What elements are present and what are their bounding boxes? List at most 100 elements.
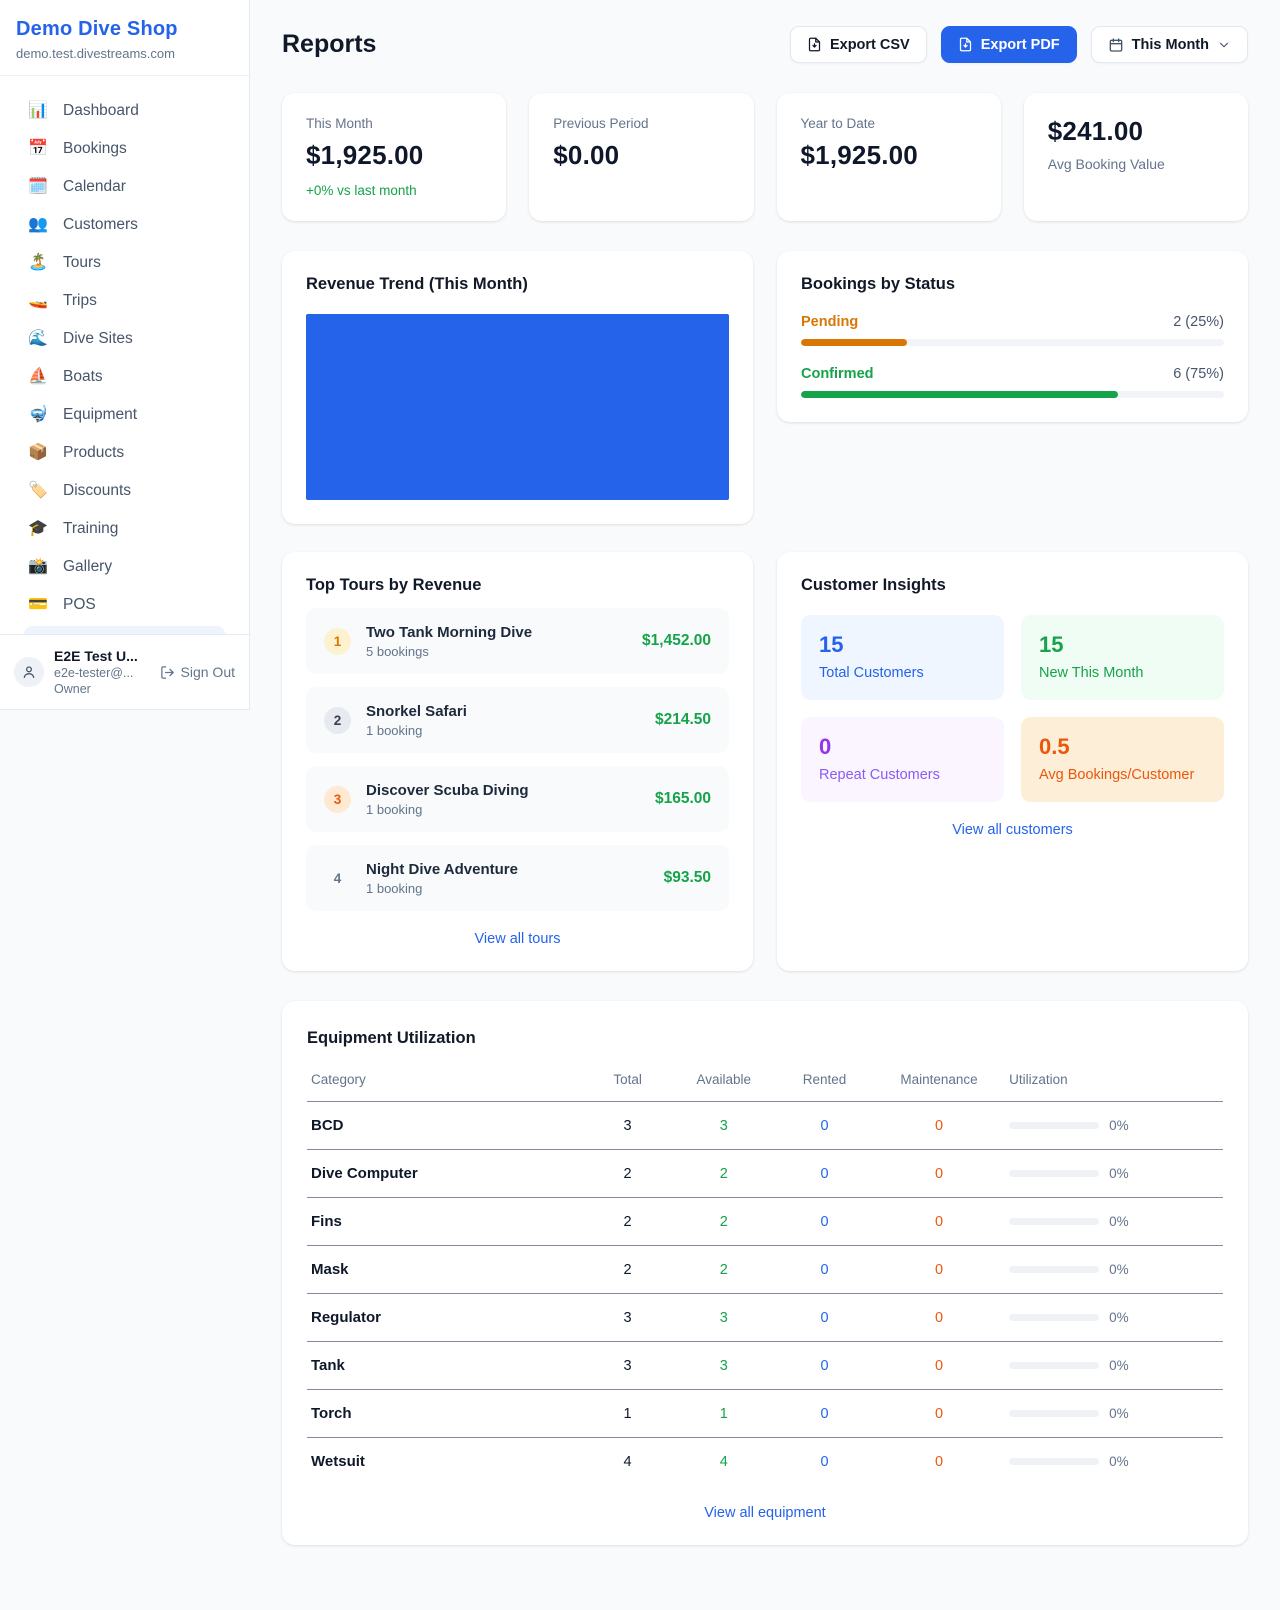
cell-available: 1 [673,1390,774,1438]
sidebar-item-equipment[interactable]: 🤿 Equipment [12,396,237,434]
table-row: Regulator 3 3 0 0 0% [307,1294,1223,1342]
charts-row: Revenue Trend (This Month) Bookings by S… [282,251,1248,524]
cell-total: 2 [582,1246,674,1294]
export-pdf-button[interactable]: Export PDF [941,26,1077,63]
sidebar-item-label: Dive Sites [63,330,133,348]
view-all-customers-link[interactable]: View all customers [801,822,1224,838]
sidebar-item-training[interactable]: 🎓 Training [12,510,237,548]
cell-total: 2 [582,1198,674,1246]
sidebar-item-bookings[interactable]: 📅 Bookings [12,130,237,168]
export-csv-button[interactable]: Export CSV [790,26,927,63]
sidebar-item-label: Products [63,444,124,462]
utilization-bar [1009,1362,1099,1369]
cell-maintenance: 0 [875,1246,1003,1294]
products-icon: 📦 [28,445,48,461]
utilization-percent: 0% [1109,1214,1129,1229]
sidebar-item-gallery[interactable]: 📸 Gallery [12,548,237,586]
status-row-confirmed: Confirmed 6 (75%) [801,366,1224,398]
equipment-table: Category Total Available Rented Maintena… [307,1066,1223,1485]
cell-maintenance: 0 [875,1294,1003,1342]
cell-maintenance: 0 [875,1150,1003,1198]
utilization-percent: 0% [1109,1454,1129,1469]
sidebar-item-dashboard[interactable]: 📊 Dashboard [12,92,237,130]
utilization-percent: 0% [1109,1262,1129,1277]
sidebar-item-products[interactable]: 📦 Products [12,434,237,472]
rank-badge: 3 [324,786,351,813]
cell-maintenance: 0 [875,1438,1003,1486]
sidebar-item-pos[interactable]: 💳 POS [12,586,237,624]
tour-name: Two Tank Morning Dive [366,624,532,641]
tour-revenue: $165.00 [655,790,711,808]
cell-rented: 0 [774,1102,875,1150]
table-header-row: Category Total Available Rented Maintena… [307,1066,1223,1102]
top-tours-title: Top Tours by Revenue [306,576,729,595]
page-title: Reports [282,30,376,59]
cell-maintenance: 0 [875,1198,1003,1246]
tour-name: Snorkel Safari [366,703,467,720]
tour-bookings: 1 booking [366,723,467,738]
view-all-equipment-link[interactable]: View all equipment [307,1505,1223,1521]
trips-icon: 🚤 [28,293,48,309]
period-dropdown[interactable]: This Month [1091,26,1248,63]
insight-grid: 15 Total Customers 15 New This Month 0 R… [801,615,1224,802]
pos-icon: 💳 [28,597,48,613]
list-item[interactable]: 3 Discover Scuba Diving 1 booking $165.0… [306,766,729,832]
stat-value: $1,925.00 [306,140,482,171]
cell-available: 2 [673,1246,774,1294]
bookings-by-status-card: Bookings by Status Pending 2 (25%) Confi… [777,251,1248,422]
stat-card-previous-period: Previous Period $0.00 [529,93,753,221]
cell-category: Fins [307,1198,582,1246]
status-progress-track [801,391,1224,398]
utilization-bar [1009,1170,1099,1177]
stat-card-this-month: This Month $1,925.00 +0% vs last month [282,93,506,221]
equipment-utilization-card: Equipment Utilization Category Total Ava… [282,1001,1248,1545]
stat-card-avg-booking-value: $241.00 Avg Booking Value [1024,93,1248,221]
sidebar-item-label: Calendar [63,178,126,196]
sidebar-item-customers[interactable]: 👥 Customers [12,206,237,244]
tile-label: Repeat Customers [819,767,986,783]
tours-icon: 🏝️ [28,255,48,271]
sidebar-item-calendar[interactable]: 🗓️ Calendar [12,168,237,206]
cell-total: 3 [582,1294,674,1342]
tile-value: 15 [819,632,986,658]
user-email: e2e-tester@... [54,666,138,680]
sidebar-item-label: Trips [63,292,97,310]
stat-label: Previous Period [553,116,729,131]
tour-revenue: $214.50 [655,711,711,729]
column-header-available: Available [673,1066,774,1102]
sign-out-button[interactable]: Sign Out [160,664,235,680]
sidebar-item-reports-active[interactable] [24,626,225,634]
tour-bookings: 5 bookings [366,644,532,659]
sidebar-item-boats[interactable]: ⛵ Boats [12,358,237,396]
sign-out-label: Sign Out [181,664,235,680]
tour-name: Night Dive Adventure [366,861,518,878]
table-row: Mask 2 2 0 0 0% [307,1246,1223,1294]
bookings-icon: 📅 [28,141,48,157]
list-item[interactable]: 4 Night Dive Adventure 1 booking $93.50 [306,845,729,911]
table-row: Wetsuit 4 4 0 0 0% [307,1438,1223,1486]
rank-badge: 4 [324,865,351,892]
sidebar-item-discounts[interactable]: 🏷️ Discounts [12,472,237,510]
tour-revenue: $1,452.00 [642,632,711,650]
stat-value: $0.00 [553,140,729,171]
view-all-tours-link[interactable]: View all tours [306,931,729,947]
sidebar-item-label: Dashboard [63,102,139,120]
cell-available: 3 [673,1294,774,1342]
tile-value: 0.5 [1039,734,1206,760]
cell-category: BCD [307,1102,582,1150]
sidebar-item-tours[interactable]: 🏝️ Tours [12,244,237,282]
sidebar-item-trips[interactable]: 🚤 Trips [12,282,237,320]
cell-rented: 0 [774,1342,875,1390]
cell-total: 1 [582,1390,674,1438]
utilization-bar [1009,1266,1099,1273]
sidebar-item-label: Equipment [63,406,137,424]
training-icon: 🎓 [28,521,48,537]
list-item[interactable]: 2 Snorkel Safari 1 booking $214.50 [306,687,729,753]
utilization-percent: 0% [1109,1310,1129,1325]
stat-value: $1,925.00 [801,140,977,171]
sidebar-item-label: Bookings [63,140,127,158]
list-item[interactable]: 1 Two Tank Morning Dive 5 bookings $1,45… [306,608,729,674]
shop-domain: demo.test.divestreams.com [16,46,233,61]
tile-avg-bookings-per-customer: 0.5 Avg Bookings/Customer [1021,717,1224,802]
sidebar-item-dive-sites[interactable]: 🌊 Dive Sites [12,320,237,358]
